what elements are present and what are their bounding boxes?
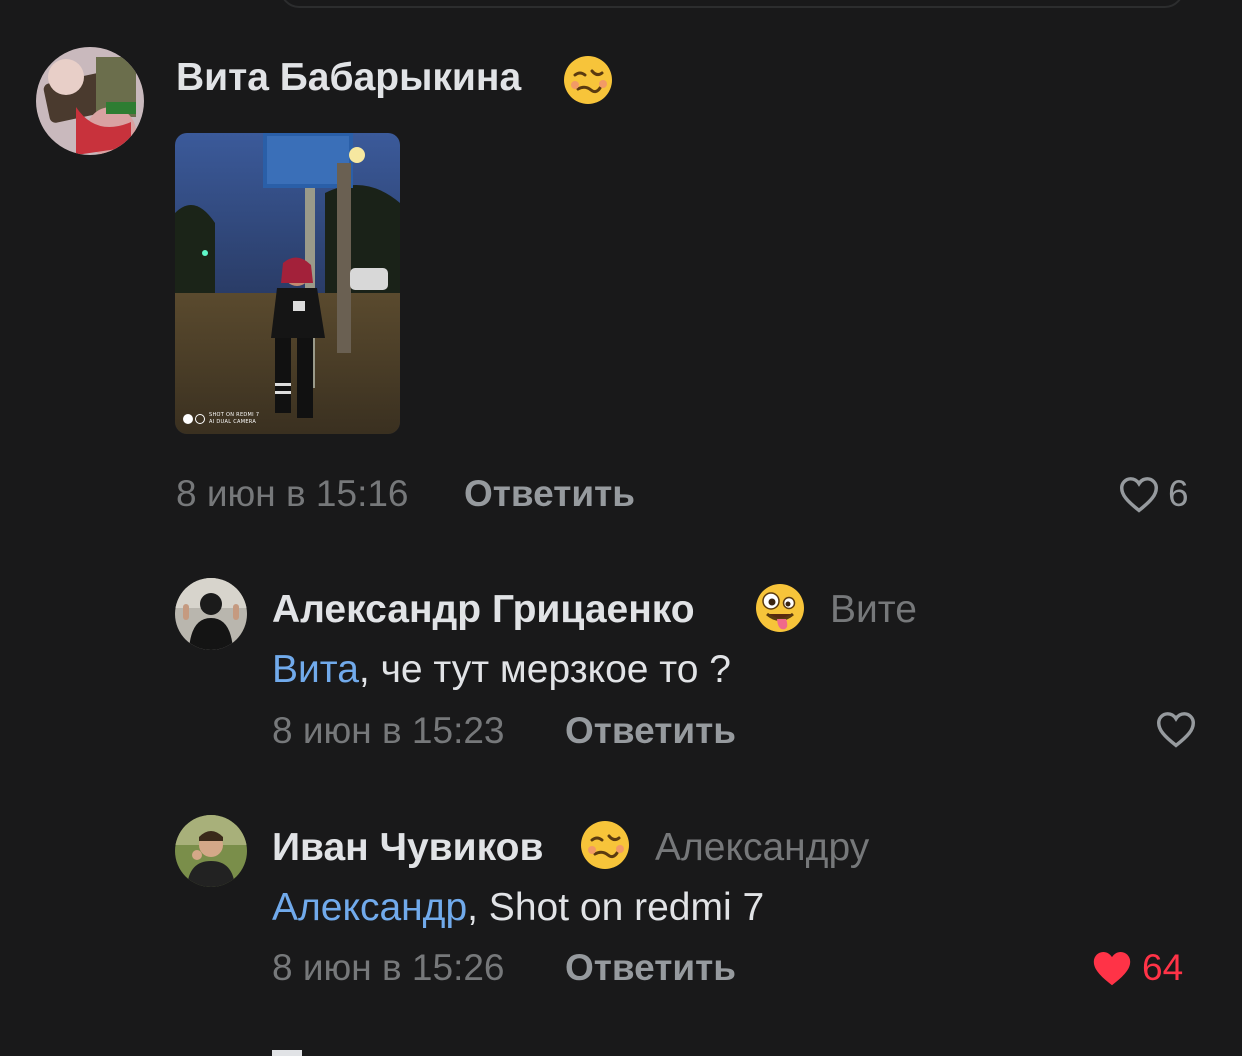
avatar-photo <box>175 578 247 650</box>
comments-page: Вита Бабарыкина SHOT ON REDMI 7 AI DUAL … <box>0 0 1242 1056</box>
reply-to-label[interactable]: Вите <box>830 588 917 632</box>
photo-watermark: SHOT ON REDMI 7 AI DUAL CAMERA <box>183 412 259 426</box>
watermark-dots <box>183 414 205 424</box>
avatar-photo <box>175 815 247 887</box>
heart-icon <box>1156 712 1196 748</box>
comment-text: Вита, че тут мерзкое то ? <box>272 648 731 692</box>
reply-to-label[interactable]: Александру <box>655 826 869 870</box>
photo-attachment[interactable]: SHOT ON REDMI 7 AI DUAL CAMERA <box>175 133 400 434</box>
heart-filled-icon <box>1093 952 1131 986</box>
like-count: 64 <box>1142 947 1184 988</box>
like-button[interactable] <box>1155 710 1205 748</box>
comment-time: 8 июн в 15:16 <box>176 473 409 514</box>
woozy-face-emoji <box>580 820 630 870</box>
watermark-dot <box>195 414 205 424</box>
watermark-text: SHOT ON REDMI 7 AI DUAL CAMERA <box>209 412 259 426</box>
reply-button[interactable]: Ответить <box>464 473 635 515</box>
like-button[interactable]: 6 <box>1118 473 1189 515</box>
zany-face-emoji <box>755 583 805 633</box>
avatar-photo <box>36 47 144 155</box>
reply-button[interactable]: Ответить <box>565 710 736 752</box>
like-count: 6 <box>1168 473 1189 514</box>
comment-time: 8 июн в 15:26 <box>272 947 505 988</box>
next-comment-edge <box>272 1050 302 1056</box>
mention-link[interactable]: Вита <box>272 648 359 691</box>
author-name[interactable]: Вита Бабарыкина <box>176 56 521 100</box>
street-night-photo <box>175 133 400 434</box>
watermark-line-2: AI DUAL CAMERA <box>209 419 257 425</box>
woozy-face-emoji <box>563 55 613 105</box>
watermark-dot <box>183 414 193 424</box>
comment-text: Александр, Shot on redmi 7 <box>272 886 764 930</box>
author-name[interactable]: Иван Чувиков <box>272 826 543 870</box>
reply-button[interactable]: Ответить <box>565 947 736 989</box>
author-name[interactable]: Александр Грицаенко <box>272 588 695 632</box>
watermark-line-1: SHOT ON REDMI 7 <box>209 412 260 418</box>
mention-link[interactable]: Александр <box>272 886 467 929</box>
comment-time: 8 июн в 15:23 <box>272 710 505 751</box>
comment-input-field[interactable] <box>280 0 1184 8</box>
like-button[interactable]: 64 <box>1090 947 1183 989</box>
avatar[interactable] <box>175 815 247 887</box>
avatar[interactable] <box>36 47 144 155</box>
comment-body: , Shot on redmi 7 <box>467 886 765 929</box>
avatar[interactable] <box>175 578 247 650</box>
comment-body: , че тут мерзкое то ? <box>358 648 731 691</box>
heart-icon <box>1119 477 1159 513</box>
